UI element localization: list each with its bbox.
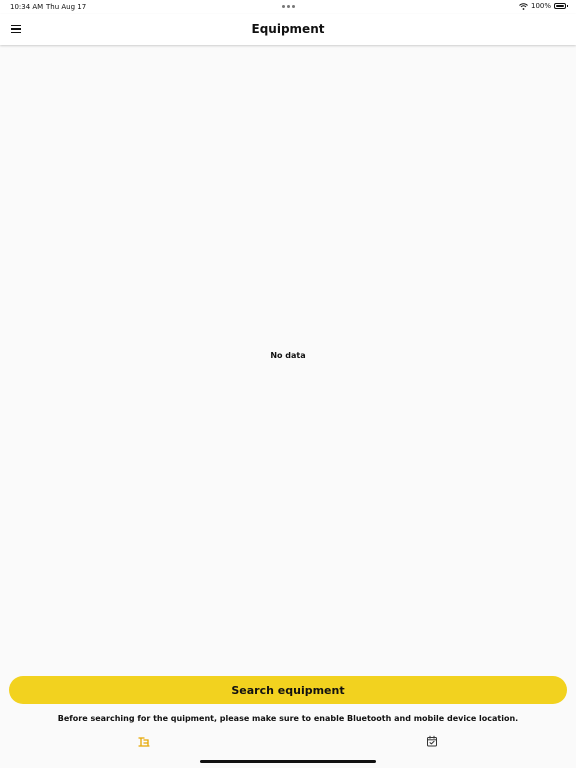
tab-equipment[interactable]	[137, 734, 151, 748]
status-bar: 10:34 AM Thu Aug 17 100%	[0, 0, 576, 14]
status-indicators: 100%	[519, 2, 568, 10]
tab-schedule[interactable]	[425, 734, 439, 748]
battery-icon	[554, 3, 568, 9]
wifi-icon	[519, 2, 528, 10]
calendar-check-icon	[427, 735, 437, 747]
status-time: 10:34 AM	[10, 3, 44, 11]
app-header: Equipment	[0, 14, 576, 45]
equipment-screen: 10:34 AM Thu Aug 17 100% Equipment No da…	[0, 0, 576, 768]
search-equipment-button[interactable]: Search equipment	[9, 676, 567, 704]
empty-state-text: No data	[270, 351, 306, 360]
battery-percent: 100%	[530, 2, 551, 10]
home-indicator[interactable]	[200, 760, 376, 763]
page-title: Equipment	[251, 22, 325, 36]
equipment-icon	[138, 737, 150, 747]
multitasking-dots-icon[interactable]	[282, 5, 295, 8]
bluetooth-location-notice: Before searching for the quipment, pleas…	[57, 714, 519, 723]
status-date: Thu Aug 17	[46, 3, 87, 11]
